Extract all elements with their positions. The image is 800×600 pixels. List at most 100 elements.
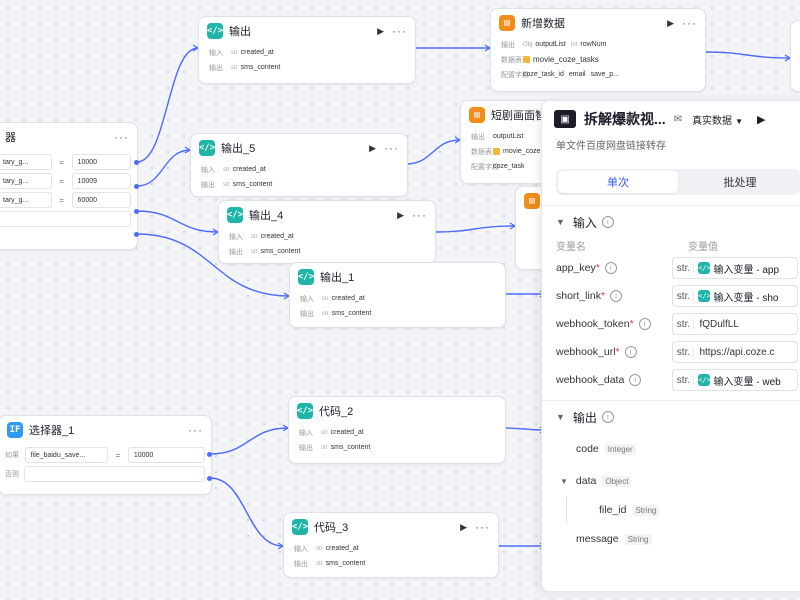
output-port[interactable] [134,160,139,165]
info-icon[interactable]: i [604,262,617,274]
output-port[interactable] [134,184,139,189]
param-type[interactable]: str. [673,262,695,274]
condition-variable[interactable]: tary_g... [0,173,52,189]
param-ref: 输入变量 - sho [713,292,779,304]
output-port[interactable] [207,476,212,481]
param-type[interactable]: str. [673,318,695,330]
row-label: 数据表 [471,148,492,156]
chevron-down-icon[interactable]: ▼ [560,477,568,486]
more-icon[interactable]: ··· [392,24,407,38]
node-output-5[interactable]: </> 输出_5 ▶ ··· 输入 str created_at 输出 str sms_… [190,133,408,197]
more-icon[interactable]: ··· [412,208,427,222]
row-label: 输出 [294,560,308,568]
condition-operator[interactable]: = [108,451,128,460]
node-output[interactable]: </> 输出 ▶ ··· 输入 str created_at 输出 str sms_co… [198,16,416,84]
param-type[interactable]: str. [673,374,695,386]
row-label: 配置字段 [501,71,529,79]
output-port[interactable] [134,209,139,214]
param-name: webhook_data [556,374,625,386]
param-value-field[interactable]: str. https://api.coze.c [672,341,798,363]
workflow-logo-icon: ▣ [554,110,576,128]
condition-variable[interactable]: file_baidu_save... [24,447,108,463]
condition-value[interactable]: 10009 [71,173,131,189]
output-type: String [632,504,660,516]
database-icon: ▤ [499,15,515,31]
connection-edge [433,225,516,233]
run-icon[interactable]: ▶ [397,210,404,221]
condition-value[interactable]: 10000 [71,154,131,170]
param-value[interactable]: https://api.coze.c [694,347,774,358]
param-value-field[interactable]: str. fQDulfLL [672,313,798,335]
var-chip: str sms_content [223,181,273,188]
node-condition[interactable]: 器 ··· tary_g... = 10000 tary_g... = 10009 ta… [0,122,138,250]
param-type[interactable]: str. [673,346,695,358]
connection-edge [136,47,199,163]
output-name: data [575,475,597,487]
run-icon[interactable]: ▶ [369,143,376,154]
param-value-field[interactable]: str. </> 输入变量 - sho [672,285,798,307]
connection-edge [136,210,219,233]
chevron-down-icon[interactable]: ▼ [556,412,565,422]
condition-row: 如果 file_baidu_save... = 10000 [0,447,211,463]
condition-operator[interactable]: = [52,177,72,186]
table-chip: movie_coze_tasks [523,55,599,64]
info-icon[interactable]: i [601,411,614,423]
more-icon[interactable]: ··· [682,16,697,30]
node-selector[interactable]: IF 选择器_1 ··· 如果 file_baidu_save... = 10000 … [0,415,212,495]
param-type[interactable]: str. [673,290,695,302]
var-chip: str created_at [251,233,294,240]
var-chip: str sms_content [322,310,372,317]
node-partial-right[interactable] [790,20,800,92]
condition-row: tary_g... = 10009 [0,173,137,189]
condition-row: tary_g... = 60000 [0,192,137,208]
table-icon [493,148,500,155]
chevron-down-icon[interactable]: ▼ [556,217,565,227]
data-source-select[interactable]: 真实数据 ▼ [692,112,743,127]
info-icon[interactable]: i [629,374,642,386]
node-code-2[interactable]: </> 代码_2 输入 str created_at 输出 str sms_conten… [288,396,506,464]
code-icon: </> [227,207,243,223]
condition-variable[interactable]: tary_g... [0,154,52,170]
more-icon[interactable]: ··· [188,423,203,437]
code-icon: </> [207,23,223,39]
tab-batch[interactable]: 批处理 [680,169,800,195]
output-port[interactable] [134,232,139,237]
node-code-3[interactable]: </> 代码_3 ▶ ··· 输入 str created_at 输出 str sms_… [283,512,499,578]
run-button[interactable]: ▶ [757,113,765,126]
condition-operator[interactable]: = [52,158,72,167]
if-label: 如果 [5,452,19,459]
condition-empty[interactable] [0,211,131,227]
notice-icon[interactable]: ✉ [674,114,682,125]
output-name: file_id [599,504,627,516]
condition-value[interactable]: 10000 [127,447,206,463]
param-name: webhook_url [556,346,616,358]
row-label: 输出 [201,181,215,189]
node-output-4[interactable]: </> 输出_4 ▶ ··· 输入 str created_at 输出 str sms_… [218,200,436,264]
node-add-data[interactable]: ▤ 新增数据 ▶ ··· 输出 Obj outputList Int rowNum 数据… [490,8,706,92]
info-icon[interactable]: i [624,346,637,358]
more-icon[interactable]: ··· [384,141,399,155]
info-icon[interactable]: i [610,290,623,302]
var-chip: outputList [493,133,524,140]
condition-variable[interactable]: tary_g... [0,192,52,208]
node-title: 代码_2 [319,406,354,418]
row-label: 输入 [229,233,243,241]
run-icon[interactable]: ▶ [460,522,467,533]
param-value[interactable]: fQDulfLL [694,319,738,330]
info-icon[interactable]: i [638,318,651,330]
tab-single[interactable]: 单次 [558,171,678,193]
more-icon[interactable]: ··· [475,520,490,534]
param-value-field[interactable]: str. </> 输入变量 - web [672,369,798,391]
row-label: 输出 [471,133,485,141]
param-value-field[interactable]: str. </> 输入变量 - app [672,257,798,279]
run-icon[interactable]: ▶ [377,26,384,37]
condition-operator[interactable]: = [52,196,72,205]
info-icon[interactable]: i [601,216,614,228]
output-port[interactable] [207,452,212,457]
condition-value[interactable]: 60000 [71,192,131,208]
node-title: 输出_1 [320,272,355,284]
run-icon[interactable]: ▶ [667,18,674,29]
more-icon[interactable]: ··· [114,130,129,144]
node-output-1[interactable]: </> 输出_1 输入 str created_at 输出 str sms_conten… [289,262,506,328]
workflow-canvas[interactable]: </> 输出 ▶ ··· 输入 str created_at 输出 str sms_co… [0,0,800,600]
